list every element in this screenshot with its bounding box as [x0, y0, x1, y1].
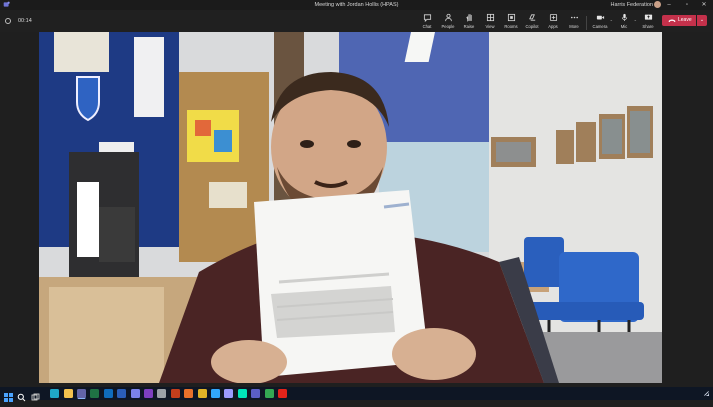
chat-button[interactable]: Chat	[416, 13, 438, 31]
minimize-icon[interactable]: –	[663, 0, 675, 10]
acrobat-icon[interactable]	[278, 389, 287, 398]
title-bar: Meeting with Jordan Hollis (HPAS) Harris…	[0, 0, 713, 10]
meeting-toolbar: 00:14 Chat People Raise View Rooms Copil…	[0, 10, 713, 32]
audition-icon[interactable]	[237, 389, 247, 398]
apps-label: Apps	[548, 24, 558, 29]
phone-hangup-icon	[668, 19, 676, 23]
search-icon[interactable]	[17, 389, 26, 402]
share-button[interactable]: Share	[637, 13, 659, 31]
people-button[interactable]: People	[437, 13, 459, 31]
chrome-icon[interactable]	[197, 389, 207, 398]
chevron-down-icon[interactable]: ⌄	[697, 15, 707, 26]
edge-icon[interactable]	[50, 389, 60, 398]
view-button[interactable]: View	[479, 13, 501, 31]
photoshop-icon[interactable]	[211, 389, 220, 398]
windows-start-icon[interactable]	[4, 389, 13, 402]
copilot-icon	[528, 14, 535, 21]
avatar[interactable]	[654, 1, 661, 8]
notification-icon[interactable]	[703, 390, 710, 397]
apps-button[interactable]: Apps	[542, 13, 564, 31]
more-label: More	[569, 24, 579, 29]
mic-label: Mic	[620, 24, 628, 29]
rooms-label: Rooms	[504, 24, 518, 29]
more-icon	[570, 16, 578, 19]
camera-icon	[596, 15, 604, 20]
taskbar	[0, 387, 713, 402]
apps-icon	[549, 13, 557, 22]
more-button[interactable]: More	[563, 13, 585, 31]
teams-icon[interactable]	[77, 389, 86, 398]
chat-label: Chat	[422, 24, 432, 29]
hand-icon	[465, 13, 472, 22]
folder-icon[interactable]	[63, 389, 73, 398]
teams-icon[interactable]	[251, 389, 261, 398]
chat-icon	[423, 14, 431, 22]
organization-name[interactable]: Harris Federation	[611, 2, 654, 8]
app-icon[interactable]	[157, 389, 167, 398]
people-label: People	[441, 24, 455, 29]
participant-video[interactable]	[39, 32, 662, 383]
camera-label: Camera	[592, 24, 608, 29]
rooms-button[interactable]: Rooms	[500, 13, 522, 31]
mic-button[interactable]: Mic ⌄	[613, 13, 637, 31]
raise-label: Raise	[463, 24, 475, 29]
leave-label: Leave	[678, 17, 692, 23]
leave-button[interactable]: Leave	[662, 15, 696, 26]
camera-button[interactable]: Camera ⌄	[589, 13, 613, 31]
share-icon	[644, 14, 652, 20]
share-label: Share	[642, 24, 654, 29]
word-icon[interactable]	[117, 389, 127, 398]
onenote-icon[interactable]	[144, 389, 153, 398]
copilot-button[interactable]: Copilot	[521, 13, 543, 31]
chrome-icon[interactable]	[264, 389, 274, 398]
app-icon[interactable]	[184, 389, 194, 398]
task-view-icon[interactable]	[31, 389, 40, 401]
mic-icon	[621, 13, 627, 22]
video-frame	[39, 32, 662, 383]
teams-icon[interactable]	[130, 389, 140, 398]
premiere-icon[interactable]	[224, 389, 234, 398]
view-label: View	[485, 24, 495, 29]
rooms-icon	[507, 13, 515, 22]
meeting-timer: 00:14	[18, 18, 32, 24]
excel-icon[interactable]	[90, 389, 100, 398]
copilot-label: Copilot	[525, 24, 539, 29]
outlook-icon[interactable]	[103, 389, 113, 398]
recording-icon	[5, 18, 11, 24]
raise-hand-button[interactable]: Raise	[458, 13, 480, 31]
grid-icon	[486, 13, 494, 22]
window-title: Meeting with Jordan Hollis (HPAS)	[314, 1, 399, 8]
people-icon	[444, 13, 452, 22]
meeting-stage	[0, 32, 713, 387]
maximize-icon[interactable]: ▫	[681, 0, 693, 10]
powerpoint-icon[interactable]	[170, 389, 180, 398]
close-icon[interactable]: ✕	[698, 0, 710, 10]
toolbar-divider	[586, 16, 587, 30]
